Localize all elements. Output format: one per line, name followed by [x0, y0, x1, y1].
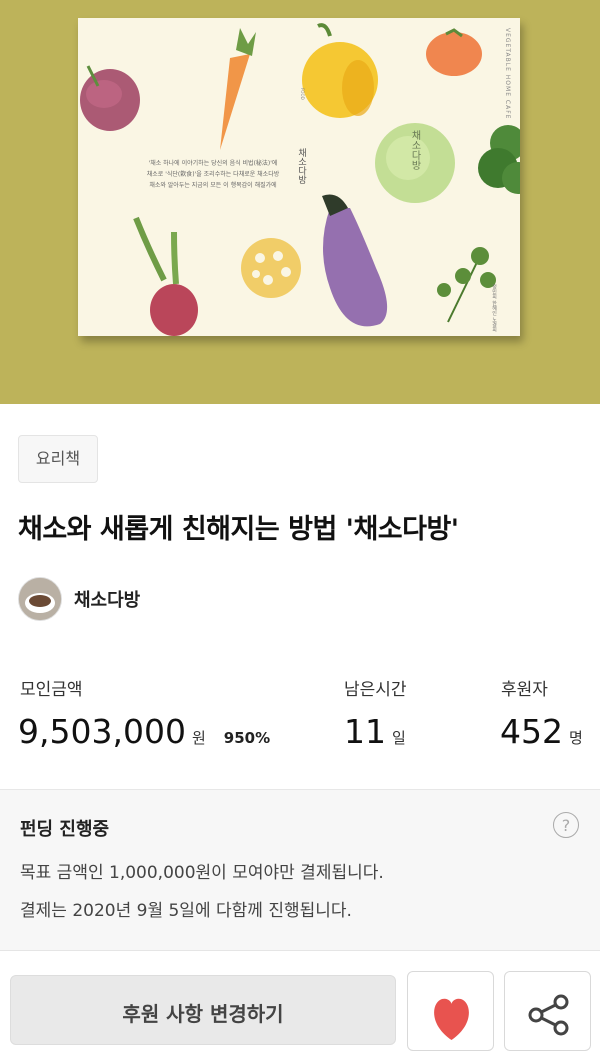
remaining-unit: 일: [392, 729, 406, 747]
change-pledge-button[interactable]: 후원 사항 변경하기: [10, 975, 396, 1045]
cover-brand-vertical: VEGETABLE HOME CAFE: [504, 28, 511, 120]
cover-spine-title: 채소다방: [296, 148, 306, 184]
remaining-value: 11: [344, 712, 386, 751]
eggplant-illustration: [322, 194, 388, 327]
help-icon[interactable]: ?: [553, 812, 579, 838]
lotus-root-illustration: [241, 238, 301, 298]
creator-info[interactable]: 채소다방: [18, 577, 140, 621]
payment-date-note: 결제는 2020년 9월 5일에 다함께 진행됩니다.: [20, 901, 352, 921]
raised-percent: 950%: [223, 729, 271, 747]
cover-authors: 정민희 한혜인 노경희: [491, 284, 497, 333]
book-cover-image: FOOD '채소 하나에 이야기하는 당신의 음식 비법(秘法)'에 채소로 '…: [78, 18, 520, 336]
remaining-label: 남은시간: [344, 680, 407, 700]
backers-count: 452 명: [500, 712, 583, 751]
heart-icon: [434, 998, 469, 1040]
cover-description: '채소 하나에 이야기하는 당신의 음식 비법(秘法)'에 채소로 '식단(飮食…: [146, 160, 280, 189]
funding-status-panel: 펀딩 진행중 ? 목표 금액인 1,000,000원이 모여야만 결제됩니다. …: [0, 790, 600, 951]
radish-illustration: [133, 216, 198, 336]
yellow-pepper-illustration: [302, 23, 378, 118]
funding-status-title: 펀딩 진행중: [20, 819, 110, 840]
share-icon: [528, 994, 569, 1036]
raised-label: 모인금액: [20, 680, 83, 700]
creator-name[interactable]: 채소다방: [74, 586, 140, 612]
tomato-illustration: [426, 28, 482, 76]
raised-value: 9,503,000: [18, 712, 186, 751]
hero-banner: FOOD '채소 하나에 이야기하는 당신의 음식 비법(秘法)'에 채소로 '…: [0, 0, 600, 404]
backers-unit: 명: [569, 729, 583, 747]
avatar[interactable]: [18, 577, 62, 621]
bottom-action-bar: 후원 사항 변경하기: [0, 951, 600, 1051]
remaining-time: 11 일: [344, 712, 406, 751]
backers-label: 후원자: [501, 680, 548, 700]
carrot-illustration: [220, 28, 256, 150]
share-button[interactable]: [504, 971, 591, 1051]
beet-illustration: [80, 65, 140, 131]
category-tag[interactable]: 요리책: [18, 435, 98, 483]
like-button[interactable]: [407, 971, 494, 1051]
backers-value: 452: [500, 712, 563, 751]
funding-goal-note: 목표 금액인 1,000,000원이 모여야만 결제됩니다.: [20, 863, 384, 883]
raised-unit: 원: [191, 729, 206, 747]
raised-amount: 9,503,000 원 950%: [18, 712, 270, 751]
broccoli-illustration: [478, 125, 520, 194]
parsley-illustration: [437, 247, 496, 323]
svg-text:FOOD: FOOD: [300, 88, 305, 100]
cover-cabbage-title: 채소다방: [409, 130, 420, 170]
project-title: 채소와 새롭게 친해지는 방법 '채소다방': [18, 514, 459, 545]
